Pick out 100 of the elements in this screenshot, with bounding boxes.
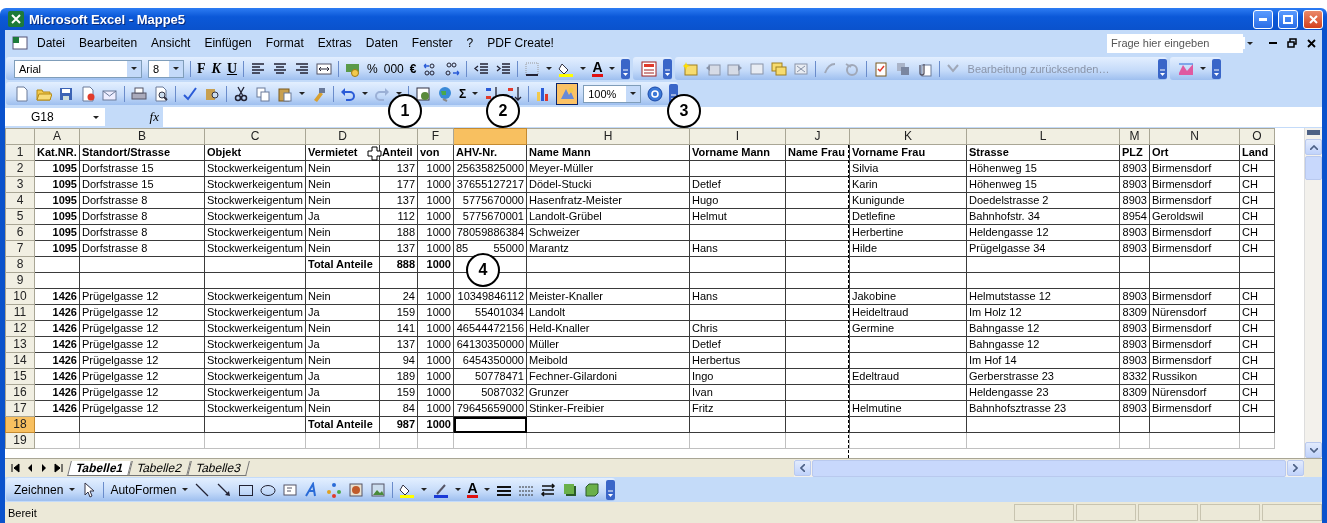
align-right-icon[interactable]	[294, 60, 311, 77]
spelling-icon[interactable]	[182, 85, 198, 102]
caret-icon[interactable]	[630, 92, 637, 95]
column-header[interactable]: N	[1149, 128, 1240, 145]
bold-button[interactable]: F	[197, 60, 206, 77]
arrow-icon[interactable]	[216, 481, 233, 498]
shadow-icon[interactable]	[561, 481, 578, 498]
caret-icon[interactable]	[580, 67, 587, 70]
underline-button[interactable]: U	[226, 60, 238, 77]
new-file-icon[interactable]	[14, 85, 30, 102]
menu-item[interactable]: Fenster	[406, 36, 458, 50]
caret-icon[interactable]	[421, 488, 428, 491]
draw-menu-button[interactable]: Zeichnen	[14, 482, 64, 497]
scroll-down-button[interactable]	[1305, 442, 1322, 458]
caret-icon[interactable]	[1247, 41, 1253, 45]
globe-icon[interactable]	[437, 85, 453, 102]
caret-icon[interactable]	[182, 488, 189, 491]
percent-button[interactable]: %	[367, 61, 378, 76]
column-header[interactable]: H	[526, 128, 690, 145]
scroll-up-button[interactable]	[1305, 139, 1322, 155]
caret-icon[interactable]	[173, 67, 179, 70]
align-left-icon[interactable]	[250, 60, 267, 77]
workbook-icon[interactable]	[12, 35, 28, 51]
column-header[interactable]: L	[966, 128, 1120, 145]
save-icon[interactable]	[58, 85, 74, 102]
borders-icon[interactable]	[524, 60, 541, 77]
column-header[interactable]: I	[689, 128, 786, 145]
increase-indent-icon[interactable]	[495, 60, 512, 77]
sheet-tab[interactable]: Tabelle3	[186, 460, 250, 476]
column-header[interactable]: F	[417, 128, 454, 145]
menu-item[interactable]: Datei	[32, 36, 70, 50]
decrease-indent-icon[interactable]	[473, 60, 490, 77]
menu-item[interactable]: Daten	[360, 36, 403, 50]
vertical-scrollbar[interactable]	[1304, 128, 1322, 458]
menu-item[interactable]: Einfügen	[199, 36, 257, 50]
column-header[interactable]: K	[849, 128, 967, 145]
menu-item[interactable]: PDF Create!	[482, 36, 559, 50]
next-sheet-icon[interactable]	[40, 463, 48, 473]
thousands-button[interactable]: 000	[383, 61, 404, 76]
sheet-tab[interactable]: Tabelle1	[67, 460, 132, 476]
font-color-button[interactable]: A	[592, 60, 603, 77]
merge-center-icon[interactable]	[316, 60, 333, 77]
caret-icon[interactable]	[472, 92, 479, 95]
text-box-icon[interactable]	[282, 481, 299, 498]
font-field[interactable]: Arial	[14, 59, 142, 78]
decrease-decimal-icon[interactable]	[444, 60, 461, 77]
column-header[interactable]: O	[1239, 128, 1275, 145]
line-icon[interactable]	[194, 481, 211, 498]
diagram-icon[interactable]	[326, 481, 343, 498]
menu-item[interactable]: Format	[260, 36, 309, 50]
sheet-icon[interactable]	[415, 85, 431, 102]
menu-item[interactable]: Bearbeiten	[74, 36, 143, 50]
column-header[interactable]: A	[34, 128, 80, 145]
caret-icon[interactable]	[93, 115, 99, 119]
arrow-style-icon[interactable]	[539, 481, 556, 498]
zoom-field[interactable]: 100%	[583, 84, 642, 103]
close-button[interactable]	[1303, 9, 1323, 29]
print-preview-icon[interactable]	[153, 85, 169, 102]
column-header[interactable]: C	[204, 128, 306, 145]
minimize-button[interactable]	[1253, 9, 1273, 29]
sheet-tab[interactable]: Tabelle2	[128, 460, 191, 476]
font-size-field[interactable]: 8	[148, 59, 184, 78]
caret-icon[interactable]	[455, 488, 462, 491]
paste-icon[interactable]	[277, 85, 293, 102]
column-header[interactable]: B	[79, 128, 205, 145]
caret-icon[interactable]	[299, 92, 305, 95]
pages-icon[interactable]	[894, 60, 911, 77]
function-button[interactable]: fx	[109, 109, 159, 125]
menu-item[interactable]: Ansicht	[146, 36, 196, 50]
format-painter-icon[interactable]	[311, 85, 327, 102]
first-sheet-icon[interactable]	[11, 463, 20, 473]
previous-sheet-icon[interactable]	[26, 463, 34, 473]
restore-icon[interactable]	[1287, 38, 1297, 48]
euro-button[interactable]: €	[409, 61, 417, 76]
autoshapes-menu-button[interactable]: AutoFormen	[110, 482, 177, 497]
3d-icon[interactable]	[583, 481, 600, 498]
column-header[interactable]: J	[785, 128, 850, 145]
name-box[interactable]: G18	[5, 108, 105, 126]
caret-icon[interactable]	[483, 488, 490, 491]
form-icon[interactable]	[640, 60, 657, 77]
maximize-button[interactable]	[1278, 9, 1298, 29]
caret-icon[interactable]	[69, 488, 76, 491]
clipboard-check-icon[interactable]	[872, 60, 889, 77]
scroll-thumb[interactable]	[1305, 156, 1322, 180]
help-icon[interactable]	[647, 85, 664, 102]
column-header[interactable]: D	[305, 128, 380, 145]
print-icon[interactable]	[131, 85, 147, 102]
copy-icon[interactable]	[255, 85, 271, 102]
last-sheet-icon[interactable]	[54, 463, 63, 473]
active-cell[interactable]	[453, 416, 527, 433]
mail-chart-icon[interactable]	[1177, 60, 1194, 77]
permission-icon[interactable]	[80, 85, 96, 102]
font-color-button[interactable]: A	[467, 481, 478, 498]
caret-icon[interactable]	[362, 92, 368, 95]
caret-icon[interactable]	[131, 67, 137, 70]
align-center-icon[interactable]	[272, 60, 289, 77]
image-icon[interactable]	[370, 481, 387, 498]
menu-item[interactable]: Extras	[312, 36, 357, 50]
cut-icon[interactable]	[233, 85, 249, 102]
clip-art-icon[interactable]	[348, 481, 365, 498]
